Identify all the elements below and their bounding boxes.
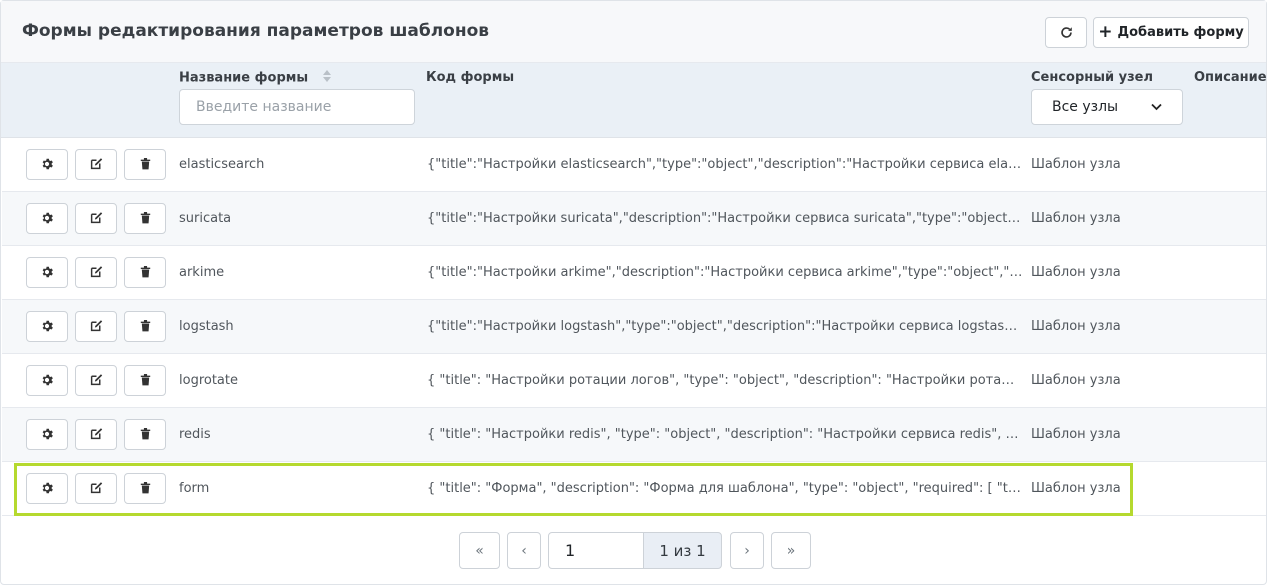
trash-icon — [140, 209, 151, 228]
column-header-node: Сенсорный узел — [1031, 70, 1154, 85]
form-code: { "title": "Форма", "description": "Форм… — [427, 481, 1023, 496]
edit-icon — [90, 425, 103, 444]
column-header-description: Описание — [1194, 70, 1267, 85]
edit-button[interactable] — [75, 311, 117, 342]
page-info: 1 из 1 — [643, 532, 722, 569]
delete-button[interactable] — [124, 419, 166, 450]
settings-button[interactable] — [26, 203, 68, 234]
refresh-button[interactable] — [1045, 17, 1087, 48]
table-row: logstash {"title":"Настройки logstash","t… — [2, 300, 1266, 354]
edit-icon — [90, 479, 103, 498]
settings-button[interactable] — [26, 365, 68, 396]
gear-icon — [41, 317, 53, 336]
form-code: {"title":"Настройки arkime","description… — [427, 265, 1023, 280]
edit-icon — [90, 209, 103, 228]
gear-icon — [41, 263, 53, 282]
form-code: { "title": "Настройки redis", "type": "o… — [427, 427, 1023, 442]
form-node: Шаблон узла — [1031, 157, 1121, 172]
settings-button[interactable] — [26, 419, 68, 450]
gear-icon — [41, 155, 53, 174]
gear-icon — [41, 479, 53, 498]
edit-button[interactable] — [75, 473, 117, 504]
trash-icon — [140, 317, 151, 336]
trash-icon — [140, 479, 151, 498]
table-row: elasticsearch {"title":"Настройки elastic… — [2, 138, 1266, 192]
edit-button[interactable] — [75, 365, 117, 396]
gear-icon — [41, 425, 53, 444]
delete-button[interactable] — [124, 203, 166, 234]
trash-icon — [140, 371, 151, 390]
forms-panel: Формы редактирования параметров шаблонов… — [0, 0, 1267, 585]
form-name: form — [179, 481, 210, 496]
delete-button[interactable] — [124, 257, 166, 288]
sort-icon[interactable] — [322, 70, 331, 86]
add-form-button[interactable]: + Добавить форму — [1093, 17, 1249, 48]
form-node: Шаблон узла — [1031, 481, 1121, 496]
edit-button[interactable] — [75, 203, 117, 234]
form-code: {"title":"Настройки suricata","descripti… — [427, 211, 1023, 226]
gear-icon — [41, 371, 53, 390]
form-code: {"title":"Настройки logstash","type":"ob… — [427, 319, 1023, 334]
delete-button[interactable] — [124, 149, 166, 180]
form-name: redis — [179, 427, 211, 442]
node-filter-select[interactable]: Все узлы — [1031, 89, 1183, 125]
page-title: Формы редактирования параметров шаблонов — [22, 21, 490, 41]
form-node: Шаблон узла — [1031, 427, 1121, 442]
delete-button[interactable] — [124, 473, 166, 504]
panel-header: Формы редактирования параметров шаблонов… — [1, 1, 1266, 63]
form-name: logrotate — [179, 373, 238, 388]
prev-page-button[interactable]: ‹ — [507, 532, 541, 569]
edit-icon — [90, 317, 103, 336]
table-row: redis { "title": "Настройки redis", "type… — [2, 408, 1266, 462]
filter-row: Название формы Код формы Сенсорный узел … — [1, 63, 1267, 138]
last-page-button[interactable]: » — [771, 532, 811, 569]
name-filter-input[interactable] — [179, 89, 415, 125]
table-row: suricata {"title":"Настройки suricata","d… — [2, 192, 1266, 246]
form-name: logstash — [179, 319, 234, 334]
settings-button[interactable] — [26, 473, 68, 504]
settings-button[interactable] — [26, 149, 68, 180]
form-node: Шаблон узла — [1031, 373, 1121, 388]
form-code: {"title":"Настройки elasticsearch","type… — [427, 157, 1023, 172]
form-name: suricata — [179, 211, 232, 226]
column-name-label: Название формы — [179, 70, 309, 86]
trash-icon — [140, 425, 151, 444]
table-row: form { "title": "Форма", "description": "… — [2, 462, 1266, 516]
settings-button[interactable] — [26, 257, 68, 288]
trash-icon — [140, 263, 151, 282]
edit-icon — [90, 263, 103, 282]
add-form-label: Добавить форму — [1117, 25, 1244, 40]
settings-button[interactable] — [26, 311, 68, 342]
node-filter-value: Все узлы — [1052, 99, 1119, 115]
form-name: elasticsearch — [179, 157, 265, 172]
table-row: logrotate { "title": "Настройки ротации л… — [2, 354, 1266, 408]
plus-icon: + — [1098, 22, 1113, 42]
chevron-down-icon — [1151, 103, 1162, 111]
refresh-icon — [1060, 27, 1072, 38]
next-page-button[interactable]: › — [730, 532, 764, 569]
form-node: Шаблон узла — [1031, 265, 1121, 280]
delete-button[interactable] — [124, 365, 166, 396]
delete-button[interactable] — [124, 311, 166, 342]
edit-icon — [90, 155, 103, 174]
edit-button[interactable] — [75, 149, 117, 180]
edit-button[interactable] — [75, 257, 117, 288]
form-node: Шаблон узла — [1031, 319, 1121, 334]
column-header-name[interactable]: Название формы — [179, 70, 331, 86]
edit-button[interactable] — [75, 419, 117, 450]
trash-icon — [140, 155, 151, 174]
form-code: { "title": "Настройки ротации логов", "t… — [427, 373, 1023, 388]
first-page-button[interactable]: « — [459, 532, 500, 569]
page-number-input[interactable] — [548, 532, 644, 569]
edit-icon — [90, 371, 103, 390]
column-header-code: Код формы — [426, 70, 515, 85]
gear-icon — [41, 209, 53, 228]
form-node: Шаблон узла — [1031, 211, 1121, 226]
form-name: arkime — [179, 265, 225, 280]
table-row: arkime {"title":"Настройки arkime","descr… — [2, 246, 1266, 300]
